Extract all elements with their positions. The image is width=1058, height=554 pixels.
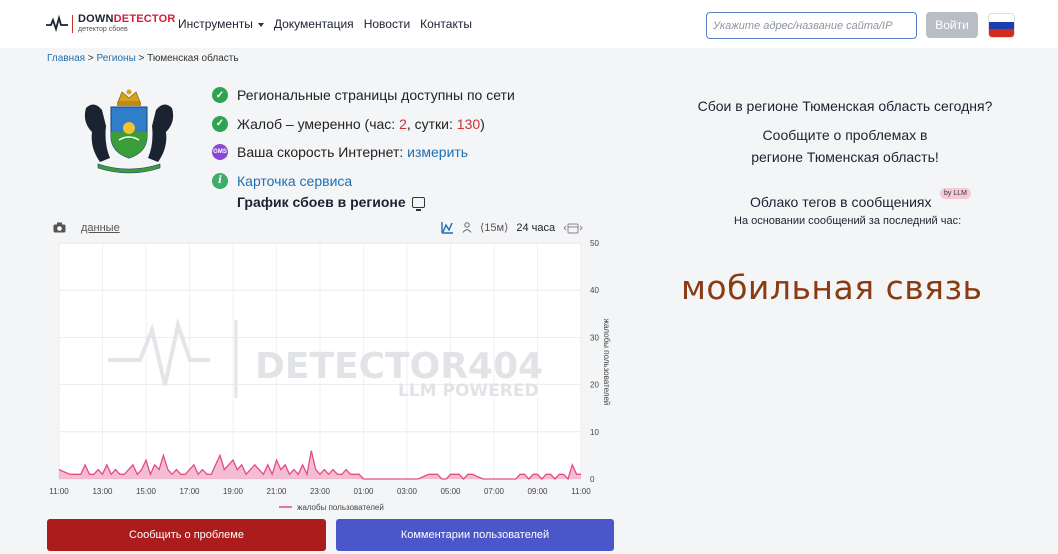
report-prompt: Сообщите о проблемах в регионе Тюменская… bbox=[640, 124, 1050, 168]
camera-icon[interactable] bbox=[53, 222, 66, 233]
russia-flag-icon[interactable] bbox=[988, 13, 1015, 38]
site-logo[interactable]: DOWNDETECTOR детектор сбоев bbox=[46, 14, 176, 34]
tag-cloud-item[interactable]: мобильная связь bbox=[681, 268, 983, 307]
complaints-day-count: 130 bbox=[456, 115, 481, 132]
y-tick-label: 20 bbox=[590, 381, 599, 390]
breadcrumb-home[interactable]: Главная bbox=[47, 53, 85, 64]
plot-area bbox=[58, 242, 582, 480]
complaints-text: Жалоб – умеренно (час: 2, сутки: 130) bbox=[237, 115, 485, 132]
y-tick-label: 50 bbox=[590, 239, 599, 248]
top-navbar: DOWNDETECTOR детектор сбоев Инструменты … bbox=[0, 0, 1058, 48]
breadcrumb-current: Тюменская область bbox=[147, 53, 239, 64]
site-search-input[interactable] bbox=[706, 12, 917, 39]
complaints-area bbox=[59, 450, 581, 479]
x-tick-label: 21:00 bbox=[266, 487, 287, 496]
x-tick-label: 01:00 bbox=[353, 487, 374, 496]
main-nav: Инструменты Документация Новости Контакт… bbox=[178, 17, 472, 31]
logo-text: DOWNDETECTOR детектор сбоев bbox=[78, 14, 176, 34]
legend-label: жалобы пользователей bbox=[297, 503, 384, 512]
y-tick-label: 0 bbox=[590, 475, 595, 484]
nav-news[interactable]: Новости bbox=[364, 17, 410, 31]
chart-data-link[interactable]: данные bbox=[81, 222, 120, 234]
breadcrumb-regions[interactable]: Регионы bbox=[96, 53, 135, 64]
nav-docs[interactable]: Документация bbox=[274, 17, 354, 31]
x-tick-label: 13:00 bbox=[92, 487, 113, 496]
x-tick-label: 23:00 bbox=[310, 487, 331, 496]
x-tick-label: 05:00 bbox=[440, 487, 461, 496]
logo-wordmark: DOWNDETECTOR bbox=[78, 13, 176, 25]
interval-selector[interactable]: ⟨15м⟩ bbox=[480, 221, 508, 234]
monitor-icon[interactable] bbox=[411, 196, 425, 211]
chart-controls: ⟨15м⟩ 24 часа bbox=[441, 221, 583, 234]
breadcrumb: Главная > Регионы > Тюменская область bbox=[47, 53, 239, 64]
y-axis-ticks: 0 10 20 30 40 50 bbox=[590, 239, 599, 484]
nav-contacts[interactable]: Контакты bbox=[420, 17, 472, 31]
x-tick-label: 07:00 bbox=[484, 487, 505, 496]
chevron-down-icon bbox=[257, 22, 264, 27]
nav-tools-dropdown[interactable]: Инструменты bbox=[178, 17, 264, 31]
pulse-logo-icon bbox=[46, 14, 68, 33]
status-pages-available: ✓ Региональные страницы доступны по сети bbox=[212, 81, 515, 110]
watermark-main: DETECTOR404 bbox=[255, 346, 543, 387]
user-comments-button[interactable]: Комментарии пользователей bbox=[336, 519, 614, 551]
x-tick-label: 11:00 bbox=[571, 487, 591, 496]
x-tick-label: 17:00 bbox=[179, 487, 200, 496]
speedometer-icon: GMS bbox=[212, 144, 228, 161]
complaints-line bbox=[58, 450, 581, 481]
check-circle-icon: ✓ bbox=[212, 87, 228, 104]
status-internet-speed: GMS Ваша скорость Интернет: измерить bbox=[212, 138, 515, 167]
user-filter-icon[interactable] bbox=[462, 222, 472, 233]
coat-of-arms-icon bbox=[84, 89, 174, 174]
region-status-list: ✓ Региональные страницы доступны по сети… bbox=[212, 81, 515, 195]
calendar-icon[interactable] bbox=[563, 222, 583, 234]
region-question: Сбои в регионе Тюменская область сегодня… bbox=[697, 98, 993, 114]
right-panel: Сбои в регионе Тюменская область сегодня… bbox=[640, 96, 1050, 168]
check-circle-icon: ✓ bbox=[212, 115, 228, 132]
x-tick-label: 19:00 bbox=[223, 487, 244, 496]
chart-legend: жалобы пользователей bbox=[279, 503, 384, 512]
y-tick-label: 30 bbox=[590, 333, 599, 342]
tag-cloud-title: Облако тегов в сообщениях bbox=[750, 194, 932, 210]
complaints-hour-count: 2 bbox=[399, 115, 407, 132]
status-complaints: ✓ Жалоб – умеренно (час: 2, сутки: 130) bbox=[212, 110, 515, 139]
x-tick-label: 15:00 bbox=[136, 487, 157, 496]
x-axis-ticks: 11:00 13:00 15:00 17:00 19:00 21:00 23:00 01:00… bbox=[49, 487, 591, 496]
measure-speed-link[interactable]: измерить bbox=[407, 144, 468, 160]
period-selector[interactable]: 24 часа bbox=[516, 222, 555, 234]
report-prompt-line1: Сообщите о проблемах в bbox=[762, 127, 928, 143]
report-problem-button[interactable]: Сообщить о проблеме bbox=[47, 519, 326, 551]
graph-title-text: График сбоев в регионе bbox=[237, 194, 406, 210]
flag-stripe-red bbox=[989, 29, 1014, 37]
y-axis-label: жалобы пользователей bbox=[602, 319, 611, 406]
flag-stripe-white bbox=[989, 14, 1014, 22]
speed-label: Ваша скорость Интернет: bbox=[237, 144, 404, 161]
chart-grid bbox=[58, 242, 582, 480]
watermark-pulse-icon bbox=[108, 317, 210, 386]
x-tick-label: 09:00 bbox=[527, 487, 548, 496]
service-card-link[interactable]: Карточка сервиса bbox=[237, 173, 352, 189]
x-tick-label: 11:00 bbox=[49, 487, 69, 496]
tag-cloud-subtitle: На основании сообщений за последний час: bbox=[734, 215, 962, 227]
y-tick-label: 10 bbox=[590, 428, 599, 437]
breadcrumb-separator: > bbox=[138, 53, 145, 64]
info-icon: i bbox=[212, 172, 228, 189]
flag-stripe-blue bbox=[989, 21, 1014, 30]
logo-divider bbox=[72, 15, 73, 33]
login-button[interactable]: Войти bbox=[926, 12, 978, 38]
x-tick-label: 03:00 bbox=[397, 487, 418, 496]
status-text: Региональные страницы доступны по сети bbox=[237, 87, 515, 104]
y-tick-label: 40 bbox=[590, 286, 599, 295]
llm-badge: by LLM bbox=[940, 188, 971, 199]
watermark-sub: LLM POWERED bbox=[398, 381, 539, 401]
breadcrumb-separator: > bbox=[87, 53, 94, 64]
chart-watermark: DETECTOR404 LLM POWERED bbox=[108, 317, 543, 401]
report-prompt-line2: регионе Тюменская область! bbox=[751, 149, 939, 165]
outage-graph-title: График сбоев в регионе bbox=[237, 194, 425, 211]
logo-tagline: детектор сбоев bbox=[78, 26, 128, 33]
status-service-card: i Карточка сервиса bbox=[212, 167, 515, 196]
area-chart-toggle-icon[interactable] bbox=[441, 221, 454, 234]
